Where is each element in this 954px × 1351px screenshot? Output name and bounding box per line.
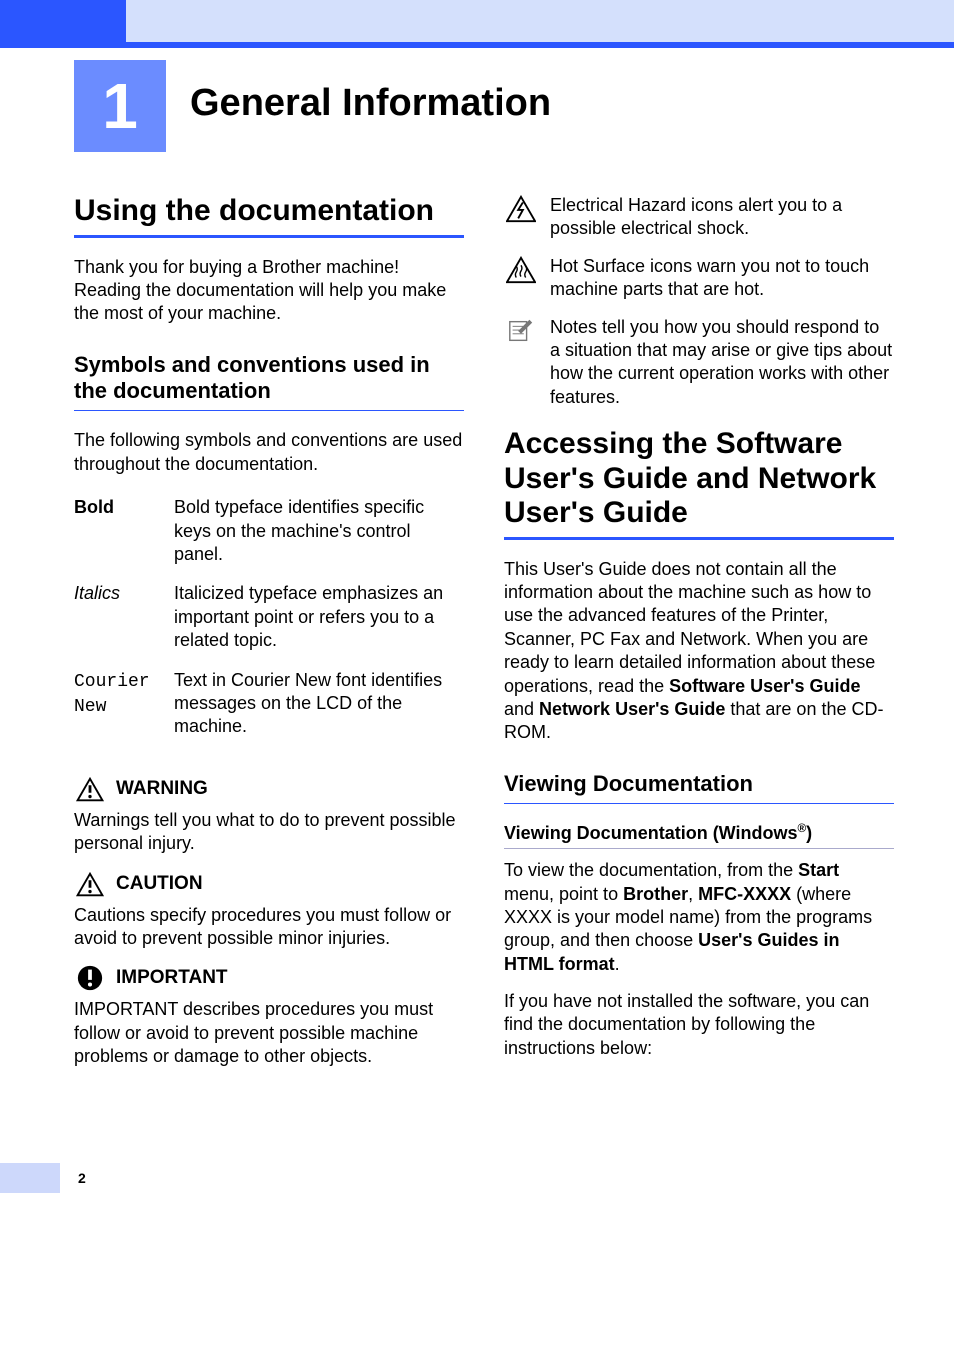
chapter-header: 1 General Information (0, 60, 954, 152)
accessing-paragraph: This User's Guide does not contain all t… (504, 558, 894, 745)
chapter-title: General Information (190, 82, 551, 125)
viewing-paragraph-1: To view the documentation, from the Star… (504, 859, 894, 976)
start-label: Start (798, 860, 839, 880)
term-bold-desc: Bold typeface identifies specific keys o… (174, 490, 464, 576)
section-accessing-heading: Accessing the Software User's Guide and … (504, 427, 894, 540)
comma-text: , (688, 884, 698, 904)
warning-text: Warnings tell you what to do to prevent … (74, 809, 464, 856)
caution-label: CAUTION (116, 873, 203, 895)
table-row: Italics Italicized typeface emphasizes a… (74, 576, 464, 662)
footer-block (0, 1163, 60, 1193)
content-columns: Using the documentation Thank you for bu… (0, 152, 954, 1082)
and-text: and (504, 699, 539, 719)
warning-label: WARNING (116, 778, 208, 800)
registered-symbol: ® (798, 822, 807, 835)
header-rule (0, 42, 954, 48)
electrical-hazard-row: Electrical Hazard icons alert you to a p… (504, 194, 894, 241)
viewing-paragraph-2: If you have not installed the software, … (504, 990, 894, 1060)
electrical-hazard-icon (504, 194, 538, 224)
electrical-hazard-text: Electrical Hazard icons alert you to a p… (550, 194, 894, 241)
term-italics-desc: Italicized typeface emphasizes an import… (174, 576, 464, 662)
hot-surface-row: Hot Surface icons warn you not to touch … (504, 255, 894, 302)
header-band (0, 0, 954, 42)
page-footer: 2 (0, 1162, 954, 1194)
caution-block: CAUTION Cautions specify procedures you … (74, 870, 464, 951)
subsection-viewing-doc-heading: Viewing Documentation (504, 771, 894, 804)
symbols-paragraph: The following symbols and conventions ar… (74, 429, 464, 476)
view-p1-mid1: menu, point to (504, 884, 623, 904)
section-using-doc-heading: Using the documentation (74, 194, 464, 238)
intro-paragraph: Thank you for buying a Brother machine! … (74, 256, 464, 326)
table-row: Bold Bold typeface identifies specific k… (74, 490, 464, 576)
brother-label: Brother (623, 884, 688, 904)
caution-text: Cautions specify procedures you must fol… (74, 904, 464, 951)
mfc-label: MFC-XXXX (698, 884, 791, 904)
chapter-number: 1 (102, 69, 138, 143)
subsection-symbols-heading: Symbols and conventions used in the docu… (74, 352, 464, 412)
page-number: 2 (78, 1170, 86, 1186)
viewing-windows-pre: Viewing Documentation (Windows (504, 823, 798, 843)
important-label: IMPORTANT (116, 967, 228, 989)
hot-surface-text: Hot Surface icons warn you not to touch … (550, 255, 894, 302)
hot-surface-icon (504, 255, 538, 285)
important-block: IMPORTANT IMPORTANT describes procedures… (74, 964, 464, 1068)
note-row: Notes tell you how you should respond to… (504, 316, 894, 410)
term-courier-desc: Text in Courier New font identifies mess… (174, 663, 464, 749)
important-icon (74, 964, 106, 992)
caution-icon (74, 870, 106, 898)
header-band-right (126, 0, 954, 42)
term-bold: Bold (74, 497, 114, 517)
software-users-guide-label: Software User's Guide (669, 676, 860, 696)
viewing-windows-post: ) (806, 823, 812, 843)
note-text: Notes tell you how you should respond to… (550, 316, 894, 410)
warning-block: WARNING Warnings tell you what to do to … (74, 775, 464, 856)
right-column: Electrical Hazard icons alert you to a p… (504, 194, 894, 1082)
important-text: IMPORTANT describes procedures you must … (74, 998, 464, 1068)
period-text: . (615, 954, 620, 974)
view-p1-pre: To view the documentation, from the (504, 860, 798, 880)
viewing-windows-heading: Viewing Documentation (Windows®) (504, 822, 894, 849)
left-column: Using the documentation Thank you for bu… (74, 194, 464, 1082)
warning-icon (74, 775, 106, 803)
term-courier: Courier New (74, 672, 150, 717)
note-icon (504, 316, 538, 346)
chapter-number-box: 1 (74, 60, 166, 152)
term-italics: Italics (74, 583, 120, 603)
network-users-guide-label: Network User's Guide (539, 699, 725, 719)
table-row: Courier New Text in Courier New font ide… (74, 663, 464, 749)
header-band-left (0, 0, 126, 42)
conventions-table: Bold Bold typeface identifies specific k… (74, 490, 464, 749)
